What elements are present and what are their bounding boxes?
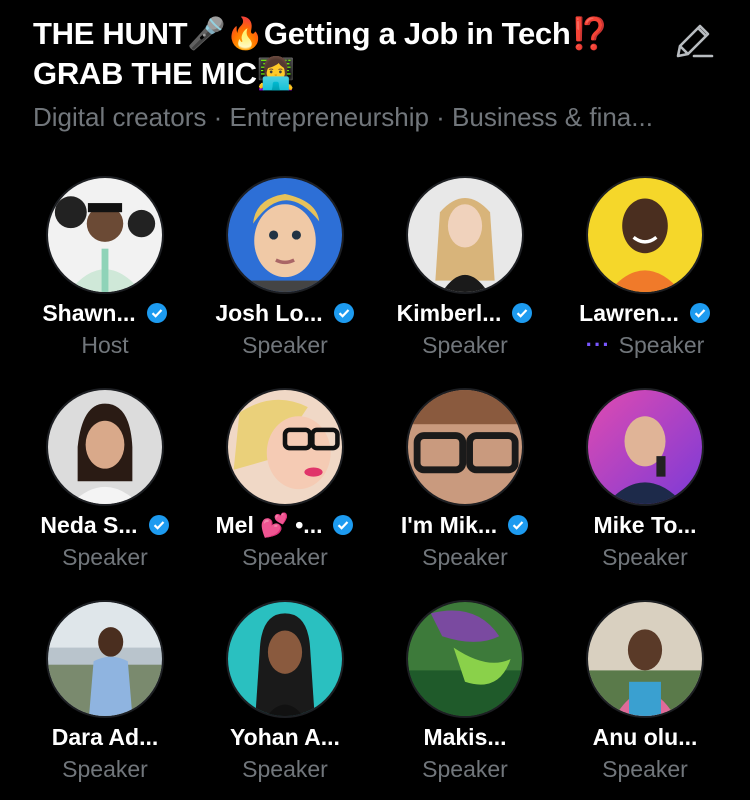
verified-badge-icon <box>146 303 167 323</box>
participant-name: Neda S... <box>40 511 138 538</box>
participant-role: Speaker <box>422 543 508 570</box>
participant-role: Speaker <box>62 755 148 782</box>
participant-card[interactable]: Kimberl... Speaker <box>375 176 555 376</box>
participant-card[interactable]: Dara Ad... Speaker <box>15 600 195 800</box>
participant-card[interactable]: Anu olu... Speaker <box>555 600 735 800</box>
participant-name: I'm Mik... <box>400 511 498 538</box>
edit-button[interactable] <box>672 18 716 62</box>
participant-name: Mike To... <box>593 511 697 538</box>
participant-card[interactable]: Lawren... ··· Speaker <box>555 176 735 376</box>
avatar[interactable] <box>46 600 164 718</box>
participant-name: Kimberl... <box>396 299 502 326</box>
participant-name: Yohan A... <box>230 723 340 750</box>
avatar[interactable] <box>226 600 344 718</box>
avatar[interactable] <box>406 600 524 718</box>
space-title: THE HUNT🎤🔥Getting a Job in Tech⁉️GRAB TH… <box>33 16 609 91</box>
verified-badge-icon <box>512 303 533 323</box>
avatar[interactable] <box>586 176 704 294</box>
participant-role: Speaker <box>602 543 688 570</box>
participant-card[interactable]: Josh Lo... Speaker <box>195 176 375 376</box>
participant-role: Speaker <box>422 755 508 782</box>
participant-card[interactable]: Shawn... Host <box>15 176 195 376</box>
avatar[interactable] <box>406 388 524 506</box>
participant-role: Speaker <box>242 755 328 782</box>
space-header: THE HUNT🎤🔥Getting a Job in Tech⁉️GRAB TH… <box>33 14 673 94</box>
participant-name: Mel 💕 •... <box>215 511 323 538</box>
participant-card[interactable]: Neda S... Speaker <box>15 388 195 588</box>
participant-card[interactable]: Yohan A... Speaker <box>195 600 375 800</box>
participant-card[interactable]: Mike To... Speaker <box>555 388 735 588</box>
participant-name: Josh Lo... <box>215 299 323 326</box>
participant-role: Host <box>81 331 129 358</box>
avatar[interactable] <box>586 600 704 718</box>
avatar[interactable] <box>406 176 524 294</box>
participant-name: Makis... <box>423 723 507 750</box>
avatar[interactable] <box>586 388 704 506</box>
participant-card[interactable]: Mel 💕 •... Speaker <box>195 388 375 588</box>
avatar[interactable] <box>46 176 164 294</box>
participant-role: Speaker <box>618 331 705 358</box>
participant-role: Speaker <box>242 543 328 570</box>
verified-badge-icon <box>148 515 169 535</box>
participant-name: Shawn... <box>42 299 136 326</box>
verified-badge-icon <box>333 515 354 535</box>
participant-card[interactable]: Makis... Speaker <box>375 600 555 800</box>
participant-name: Anu olu... <box>592 723 698 750</box>
verified-badge-icon <box>508 515 529 535</box>
participant-role: Speaker <box>422 331 508 358</box>
participant-role: Speaker <box>602 755 688 782</box>
verified-badge-icon <box>689 303 710 323</box>
verified-badge-icon <box>333 303 354 323</box>
avatar[interactable] <box>226 388 344 506</box>
participant-role: Speaker <box>62 543 148 570</box>
participant-name: Dara Ad... <box>51 723 159 750</box>
space-topics: Digital creators · Entrepreneurship · Bu… <box>33 102 653 132</box>
participant-name: Lawren... <box>579 299 679 326</box>
avatar[interactable] <box>226 176 344 294</box>
pencil-icon <box>676 24 714 58</box>
participant-role: Speaker <box>242 331 328 358</box>
avatar[interactable] <box>46 388 164 506</box>
speaking-indicator-icon: ··· <box>585 332 611 357</box>
participant-card[interactable]: I'm Mik... Speaker <box>375 388 555 588</box>
